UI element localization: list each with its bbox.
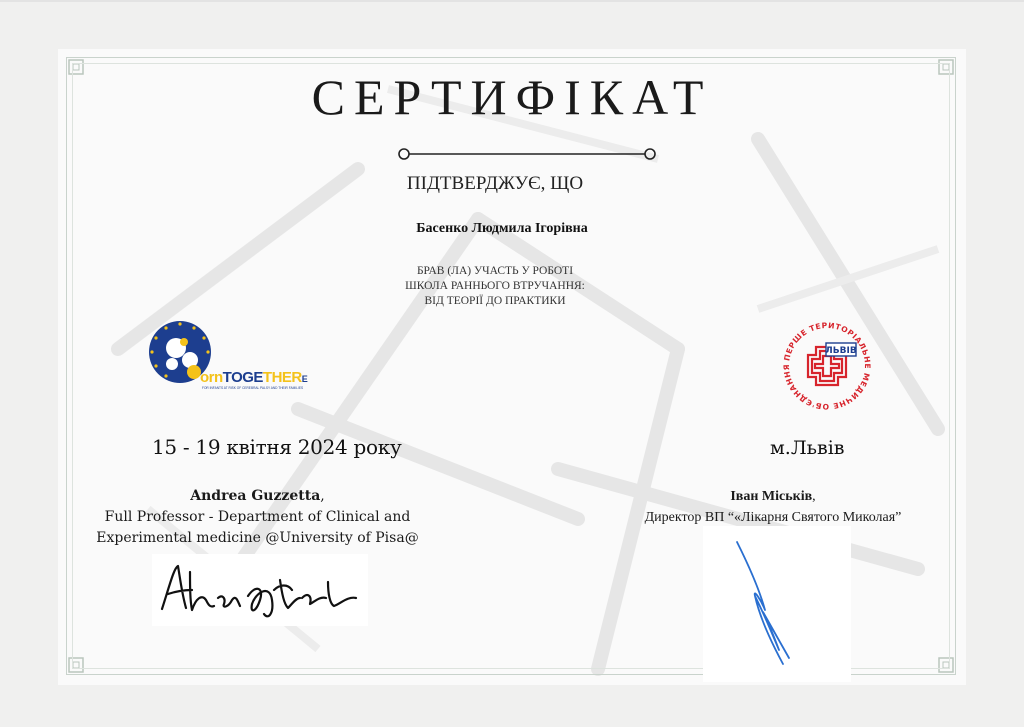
logo-wordmark-part: E	[302, 374, 308, 384]
signature-image-left	[152, 554, 368, 626]
event-dates: 15 - 19 квітня 2024 року	[152, 435, 402, 459]
participation-line: ШКОЛА РАННЬОГО ВТРУЧАННЯ:	[405, 280, 585, 292]
signatory-role: Experimental medicine @University of Pis…	[96, 530, 419, 546]
signatory-right: Іван Міськів, Директор ВП “«Лікарня Свят…	[598, 486, 948, 528]
born-together-logo: ornTOGETHERE FOR INFANTS AT RISK OF CERE…	[149, 321, 308, 390]
certificate-title: СЕРТИФІКАТ	[311, 69, 713, 125]
logo-badge-text: ЛЬВІВ	[825, 346, 857, 356]
lviv-medical-association-logo: ПЕРШЕ ТЕРИТОРІАЛЬНЕ МЕДИЧНЕ ОБ'ЄДНАННЯ Л…	[782, 321, 872, 411]
confirms-heading: ПІДТВЕРДЖУЄ, ЩО	[406, 173, 584, 194]
signatory-name: Іван Міськів	[730, 489, 813, 504]
participation-line: ВІД ТЕОРІЇ ДО ПРАКТИКИ	[424, 295, 566, 307]
page-top-divider	[0, 0, 1024, 2]
event-city: м.Львів	[770, 437, 845, 459]
logo-wordmark-part: orn	[200, 369, 223, 386]
logo-wordmark-part: TOGE	[223, 369, 264, 386]
logo-ring-text: ПЕРШЕ ТЕРИТОРІАЛЬНЕ МЕДИЧНЕ ОБ'ЄДНАННЯ	[782, 321, 871, 411]
logo-tagline: FOR INFANTS AT RISK OF CEREBRAL PALSY AN…	[202, 386, 303, 390]
signatory-left: Andrea Guzzetta, Full Professor - Depart…	[85, 486, 430, 549]
title-divider-ornament	[398, 148, 656, 160]
signature-image-right	[703, 526, 851, 682]
signatory-role: Full Professor - Department of Clinical …	[104, 509, 411, 525]
logo-wordmark-part: THER	[263, 369, 303, 386]
signatory-role: Директор ВП “«Лікарня Святого Миколая”	[644, 510, 902, 525]
svg-text:ornTOGETHERE: ornTOGETHERE	[200, 369, 308, 386]
signatory-name: Andrea Guzzetta	[190, 488, 321, 504]
signatory-name-suffix: ,	[812, 489, 816, 504]
participation-line: БРАВ (ЛА) УЧАСТЬ У РОБОТІ	[416, 265, 574, 277]
participation-text: БРАВ (ЛА) УЧАСТЬ У РОБОТІ ШКОЛА РАННЬОГО…	[0, 264, 990, 309]
recipient-name: Басенко Людмила Ігорівна	[416, 221, 588, 236]
svg-text:ПЕРШЕ ТЕРИТОРІАЛЬНЕ МЕДИЧНЕ ОБ: ПЕРШЕ ТЕРИТОРІАЛЬНЕ МЕДИЧНЕ ОБ'ЄДНАННЯ	[782, 321, 872, 411]
signatory-name-suffix: ,	[320, 488, 325, 504]
